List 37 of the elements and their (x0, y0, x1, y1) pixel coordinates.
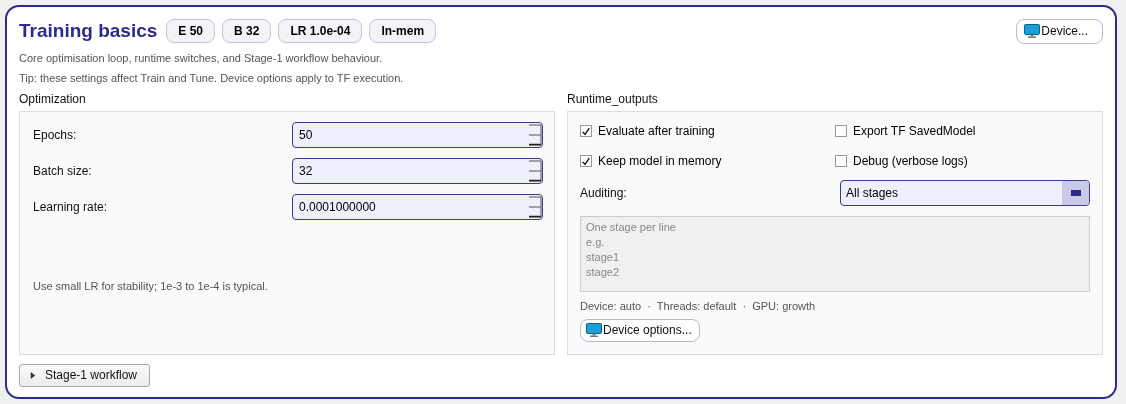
checkbox[interactable] (580, 155, 592, 167)
checkbox[interactable] (835, 125, 847, 137)
spin-field[interactable]: 0.0001000000 (292, 194, 543, 220)
status-text: Device: auto · Threads: default · GPU: growth (580, 300, 817, 312)
field-label: Learning rate: (33, 200, 108, 214)
stages-text-area[interactable]: One stage per line e.g. stage1 stage2 (580, 216, 1090, 292)
panel-title: Training basics (19, 20, 158, 42)
field-label: Batch size: (33, 164, 92, 178)
summary-chip: LR 1.0e-04 (278, 19, 363, 43)
spin-field[interactable]: 50 (292, 122, 543, 148)
subtitle-text: Core optimisation loop, runtime switches, and Stage-1 workflow behaviour. (19, 52, 384, 64)
summary-chip: In-mem (369, 19, 437, 43)
checkbox-label: Export TF SavedModel (853, 124, 976, 138)
summary-chip: B 32 (222, 19, 272, 43)
spin-arrows-icon[interactable] (528, 160, 542, 182)
summary-chip: E 50 (166, 19, 215, 43)
spin-arrows-icon[interactable] (528, 124, 542, 146)
dropdown[interactable]: All stages (840, 180, 1090, 206)
workflow-toggle[interactable]: Stage-1 workflow (19, 364, 151, 387)
spin-field[interactable]: 32 (292, 158, 543, 184)
monitor-icon (1024, 22, 1041, 39)
tip-text: Tip: these settings affect Train and Tune. Device options apply to TF execution. (19, 72, 405, 84)
checkbox-label: Keep model in memory (598, 154, 722, 168)
checkbox[interactable] (580, 125, 592, 137)
monitor-icon (586, 322, 602, 338)
checkbox-label: Debug (verbose logs) (853, 154, 968, 168)
field-label: Auditing: (580, 186, 627, 200)
caret-icon (29, 371, 36, 379)
section-title: Optimization (19, 92, 87, 106)
spin-arrows-icon[interactable] (528, 196, 542, 218)
device-button[interactable]: Device... (1016, 18, 1103, 44)
section-title: Runtime_outputs (567, 92, 659, 106)
checkbox[interactable] (835, 155, 847, 167)
hint-text: Use small LR for stability; 1e-3 to 1e-4 is typical. (33, 280, 269, 292)
device-options-button[interactable]: Device options... (580, 319, 700, 342)
checkbox-label: Evaluate after training (598, 124, 715, 138)
field-label: Epochs: (33, 128, 77, 142)
